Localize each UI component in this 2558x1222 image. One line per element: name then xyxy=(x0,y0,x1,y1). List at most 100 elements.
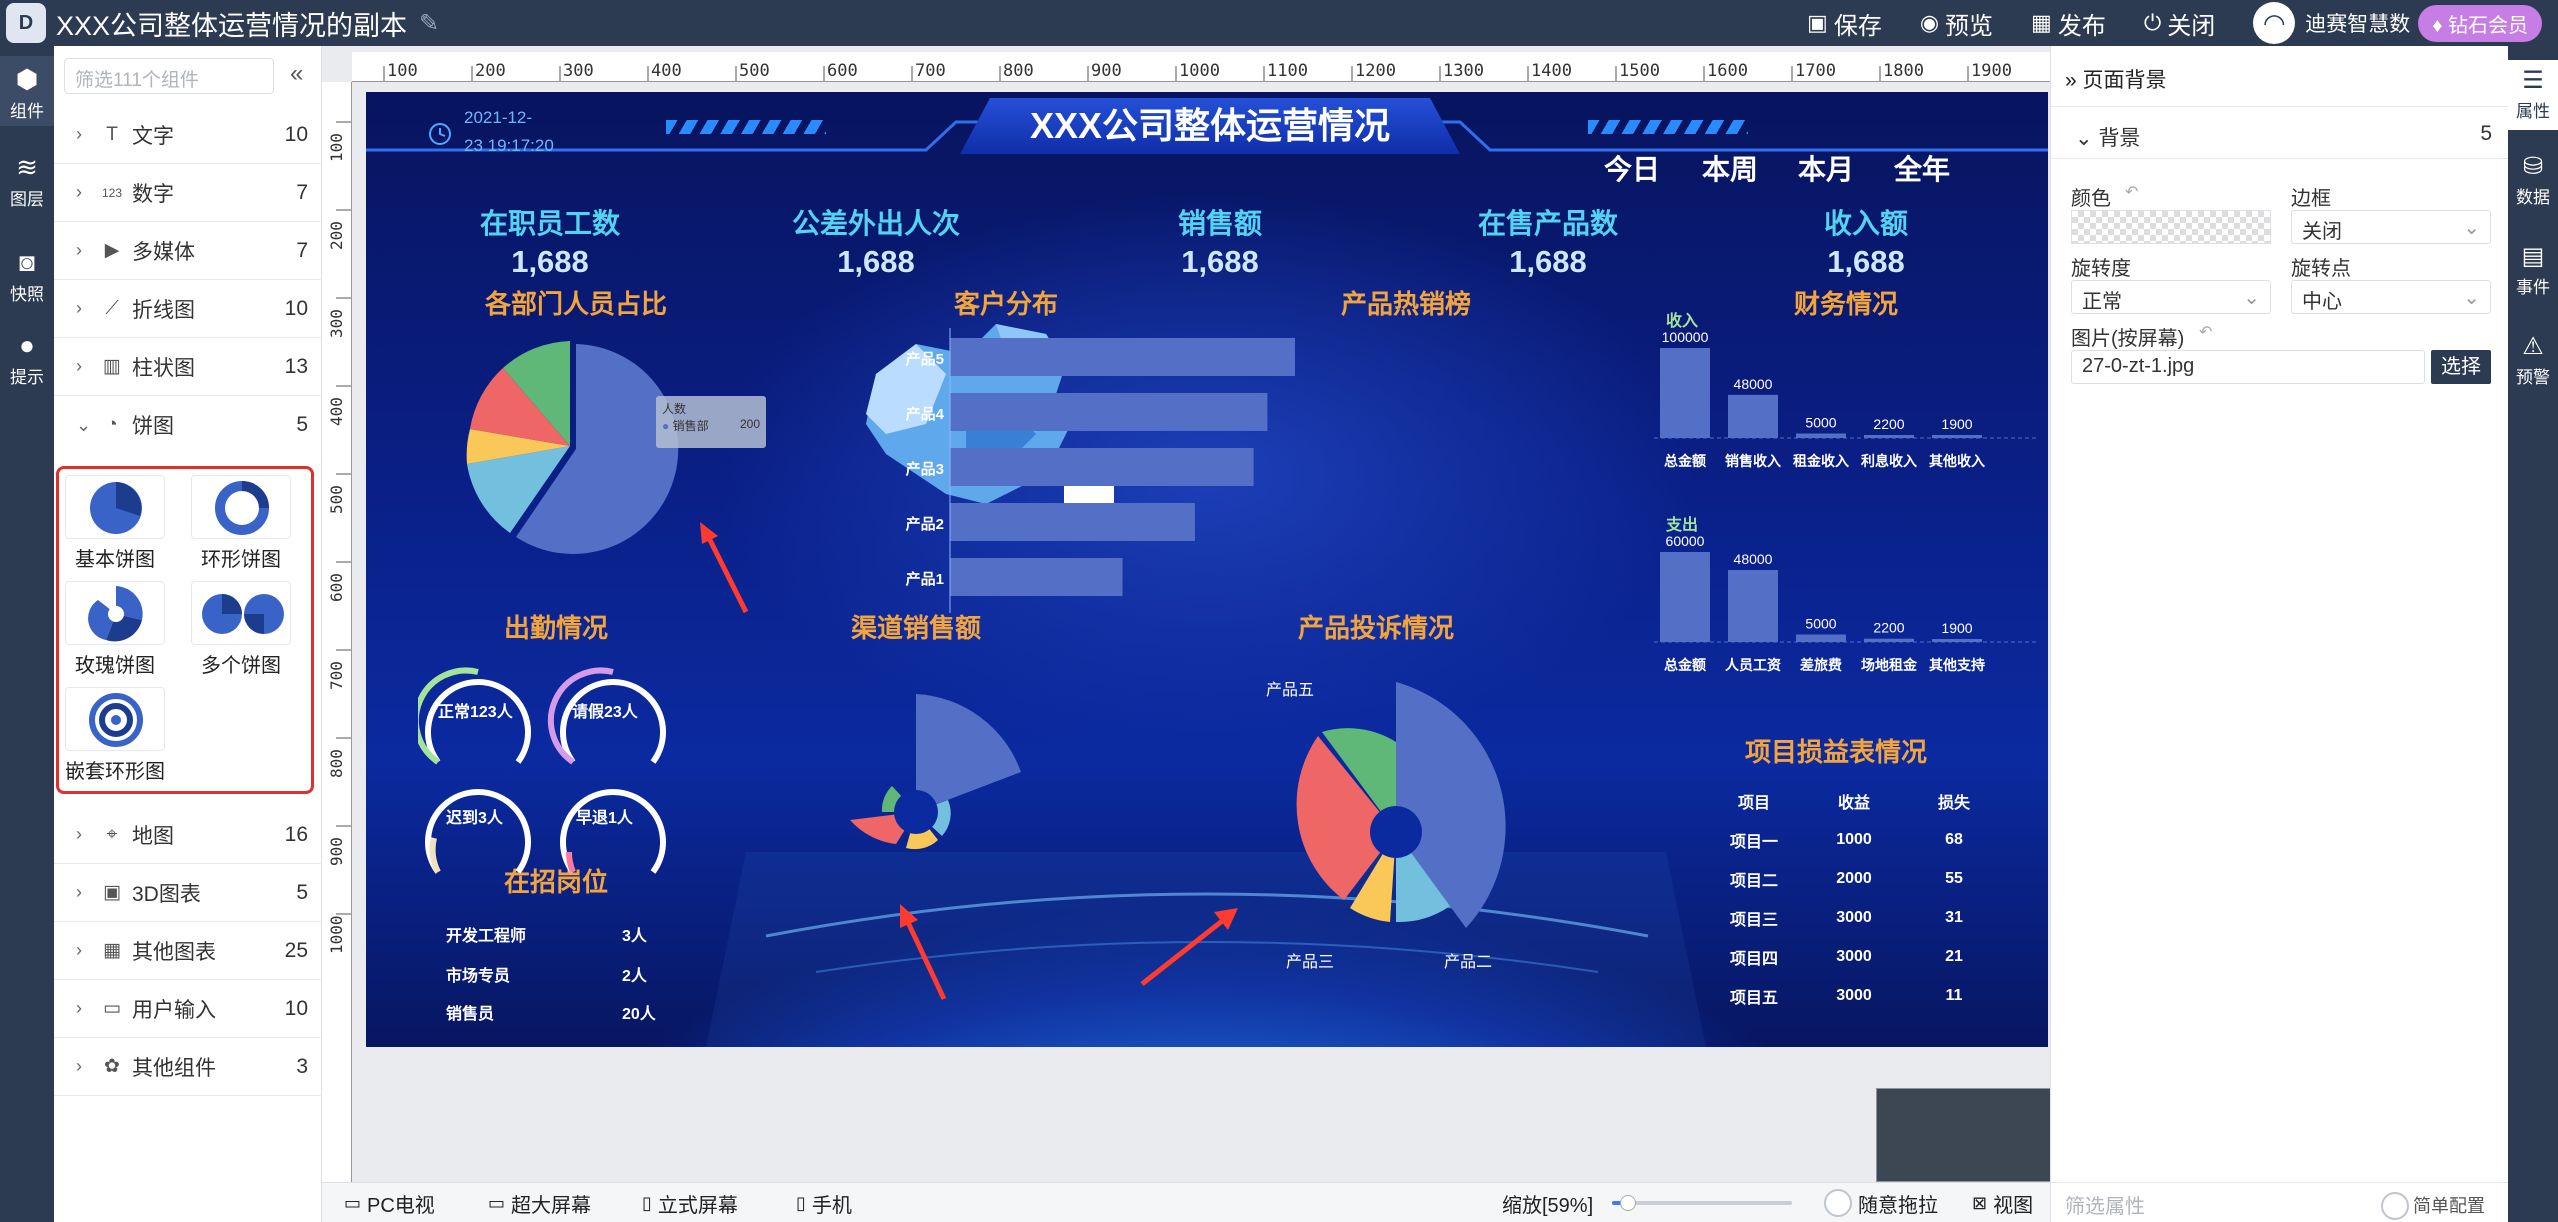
category-number[interactable]: › 123 数字 7 xyxy=(54,164,322,222)
pivot-select[interactable]: 中心 ⌄ xyxy=(2291,280,2491,314)
finance-bar[interactable] xyxy=(1796,433,1846,439)
finance-bar[interactable] xyxy=(1728,570,1778,642)
simple-config-toggle[interactable] xyxy=(2381,1192,2409,1220)
rail-alerts[interactable]: ⚠ 预警 xyxy=(2508,326,2558,396)
hot-product-bar[interactable] xyxy=(950,338,1295,376)
finance-bar[interactable] xyxy=(1864,638,1914,642)
pie-multi-thumbnail xyxy=(191,581,291,645)
finance-legend: 收入 xyxy=(1666,311,1698,330)
publish-button[interactable]: ▦ 发布 xyxy=(2031,6,2106,41)
stat-label: 收入额 xyxy=(1823,208,1908,239)
period-week[interactable]: 本周 xyxy=(1702,148,1758,188)
color-label: 颜色 xyxy=(2071,188,2111,210)
hot-product-bar[interactable] xyxy=(950,503,1195,541)
dept-pie-chart[interactable] xyxy=(446,328,706,568)
finance-category-label: 利息收入 xyxy=(1861,453,1917,469)
pie-multi-item[interactable]: 多个饼图 xyxy=(191,581,291,678)
color-picker[interactable] xyxy=(2071,210,2271,244)
free-drag-toggle[interactable] xyxy=(1824,1189,1852,1217)
grid-icon: ▦ xyxy=(2031,10,2052,35)
category-user-input[interactable]: › ▭ 用户输入 10 xyxy=(54,980,322,1038)
border-select[interactable]: 关闭 ⌄ xyxy=(2291,210,2491,244)
tab-mobile[interactable]: ▯ 手机 xyxy=(796,1189,852,1218)
hot-product-bar[interactable] xyxy=(950,558,1123,596)
close-button[interactable]: ⏻ 关闭 xyxy=(2144,6,2215,41)
complaint-rose-chart[interactable] xyxy=(1226,672,1566,992)
period-month[interactable]: 本月 xyxy=(1798,148,1854,188)
save-button[interactable]: ▣ 保存 xyxy=(1807,6,1882,41)
cube-3d-icon: ▣ xyxy=(103,882,121,903)
canvas-minimap[interactable] xyxy=(1876,1088,2052,1182)
rail-layers[interactable]: ≋ 图层 xyxy=(0,146,54,216)
pie-nested-ring-item[interactable]: 嵌套环形图 xyxy=(65,687,165,784)
tab-large-screen[interactable]: ▭ 超大屏幕 xyxy=(488,1189,591,1218)
table-row: 项目三 3000 31 xyxy=(1729,908,1963,929)
dashboard-canvas[interactable]: XXX公司整体运营情况 2021-12- 23 19:17:20 今日 本周 本… xyxy=(366,92,2048,1047)
category-line-chart[interactable]: › ⟋ 折线图 10 xyxy=(54,280,322,338)
finance-category-label: 总金额 xyxy=(1664,453,1706,469)
reset-icon[interactable]: ↶ xyxy=(2199,322,2212,342)
finance-bar[interactable] xyxy=(1932,639,1982,642)
finance-bar[interactable] xyxy=(1728,394,1778,438)
category-map[interactable]: › ⌖ 地图 16 xyxy=(54,806,322,864)
finance-income-chart[interactable]: 收入100000 总金额 48000 销售收入 5000 租金收入 2200 利息收入 1900… xyxy=(1648,308,2048,508)
hot-products-chart[interactable]: 产品5 产品4 产品3 产品2 产品1 xyxy=(886,328,1406,618)
component-search-input[interactable]: 筛选111个组件 xyxy=(64,58,274,94)
finance-value-label: 2200 xyxy=(1873,620,1904,636)
layers-icon: ≋ xyxy=(16,152,38,182)
preview-button[interactable]: ◉ 预览 xyxy=(1920,6,1993,41)
category-media[interactable]: › ▶ 多媒体 7 xyxy=(54,222,322,280)
hot-product-bar[interactable] xyxy=(950,448,1254,486)
finance-bar[interactable] xyxy=(1660,552,1710,642)
rail-components[interactable]: ⬢ 组件 xyxy=(0,56,54,126)
pie-basic-item[interactable]: 基本饼图 xyxy=(65,475,165,572)
ruler-tick-label: 100 xyxy=(327,133,346,162)
finance-bar[interactable] xyxy=(1796,634,1846,643)
view-button[interactable]: ⊠ 视图 xyxy=(1972,1189,2033,1218)
finance-bar[interactable] xyxy=(1932,435,1982,438)
map-icon: ⌖ xyxy=(106,823,118,845)
lightbulb-icon: ● xyxy=(19,330,35,360)
hot-product-bar[interactable] xyxy=(950,393,1268,431)
image-label: 图片(按屏幕) xyxy=(2071,328,2185,350)
user-menu[interactable]: ◠ 迪赛智慧数 ♦ 钻石会员 xyxy=(2253,2,2542,44)
chevron-right-icon: › xyxy=(76,1056,82,1076)
collapse-panel-icon[interactable]: « xyxy=(290,60,303,88)
image-input[interactable]: 27-0-zt-1.jpg xyxy=(2071,350,2425,384)
chevron-down-icon: ⌄ xyxy=(2463,287,2480,309)
category-pie-chart[interactable]: ⌄ ◔ 饼图 5 xyxy=(54,396,322,454)
rail-properties[interactable]: ☰ 属性 xyxy=(2508,60,2558,130)
period-today[interactable]: 今日 xyxy=(1604,148,1660,188)
finance-category-label: 其他收入 xyxy=(1929,453,1985,469)
ruler-tick-label: 1600 xyxy=(1707,61,1748,81)
category-3d-chart[interactable]: › ▣ 3D图表 5 xyxy=(54,864,322,922)
rail-tips[interactable]: ● 提示 xyxy=(0,324,54,394)
category-text[interactable]: › T 文字 10 xyxy=(54,106,322,164)
edit-title-icon[interactable]: ✎ xyxy=(419,9,439,38)
tab-vertical-screen[interactable]: ▯ 立式屏幕 xyxy=(642,1189,738,1218)
datetime-date: 2021-12- xyxy=(464,108,533,127)
tab-pc-tv[interactable]: ▭ PC电视 xyxy=(344,1189,435,1218)
rotation-select[interactable]: 正常 ⌄ xyxy=(2071,280,2271,314)
reset-icon[interactable]: ↶ xyxy=(2125,182,2138,202)
zoom-slider[interactable] xyxy=(1612,1195,1792,1211)
finance-bar[interactable] xyxy=(1660,348,1710,438)
rail-data[interactable]: ⛁ 数据 xyxy=(2508,146,2558,216)
property-panel-header[interactable]: » 页面背景 xyxy=(2065,64,2167,94)
section-background-toggle[interactable]: ⌄ 背景 xyxy=(2075,122,2140,152)
pie-ring-item[interactable]: 环形饼图 xyxy=(191,475,291,572)
choose-image-button[interactable]: 选择 xyxy=(2431,350,2491,384)
filter-properties-input[interactable]: 筛选属性 xyxy=(2065,1190,2145,1219)
rail-snapshot[interactable]: ◙ 快照 xyxy=(0,241,54,311)
period-year[interactable]: 全年 xyxy=(1894,148,1950,188)
category-other-components[interactable]: › ✿ 其他组件 3 xyxy=(54,1038,322,1096)
finance-bar[interactable] xyxy=(1864,435,1914,438)
zoom-slider-handle[interactable] xyxy=(1619,1195,1636,1211)
finance-expense-chart[interactable]: 支出60000 总金额 48000 人员工资 5000 差旅费 2200 场地租金 1900 其他… xyxy=(1648,512,2048,712)
attendance-late-label: 迟到3人 xyxy=(446,810,503,827)
pie-rose-item[interactable]: 玫瑰饼图 xyxy=(65,581,165,678)
rail-events[interactable]: ▤ 事件 xyxy=(2508,236,2558,306)
member-badge[interactable]: ♦ 钻石会员 xyxy=(2418,4,2542,42)
category-other-charts[interactable]: › ▦ 其他图表 25 xyxy=(54,922,322,980)
category-bar-chart[interactable]: › ▥ 柱状图 13 xyxy=(54,338,322,396)
